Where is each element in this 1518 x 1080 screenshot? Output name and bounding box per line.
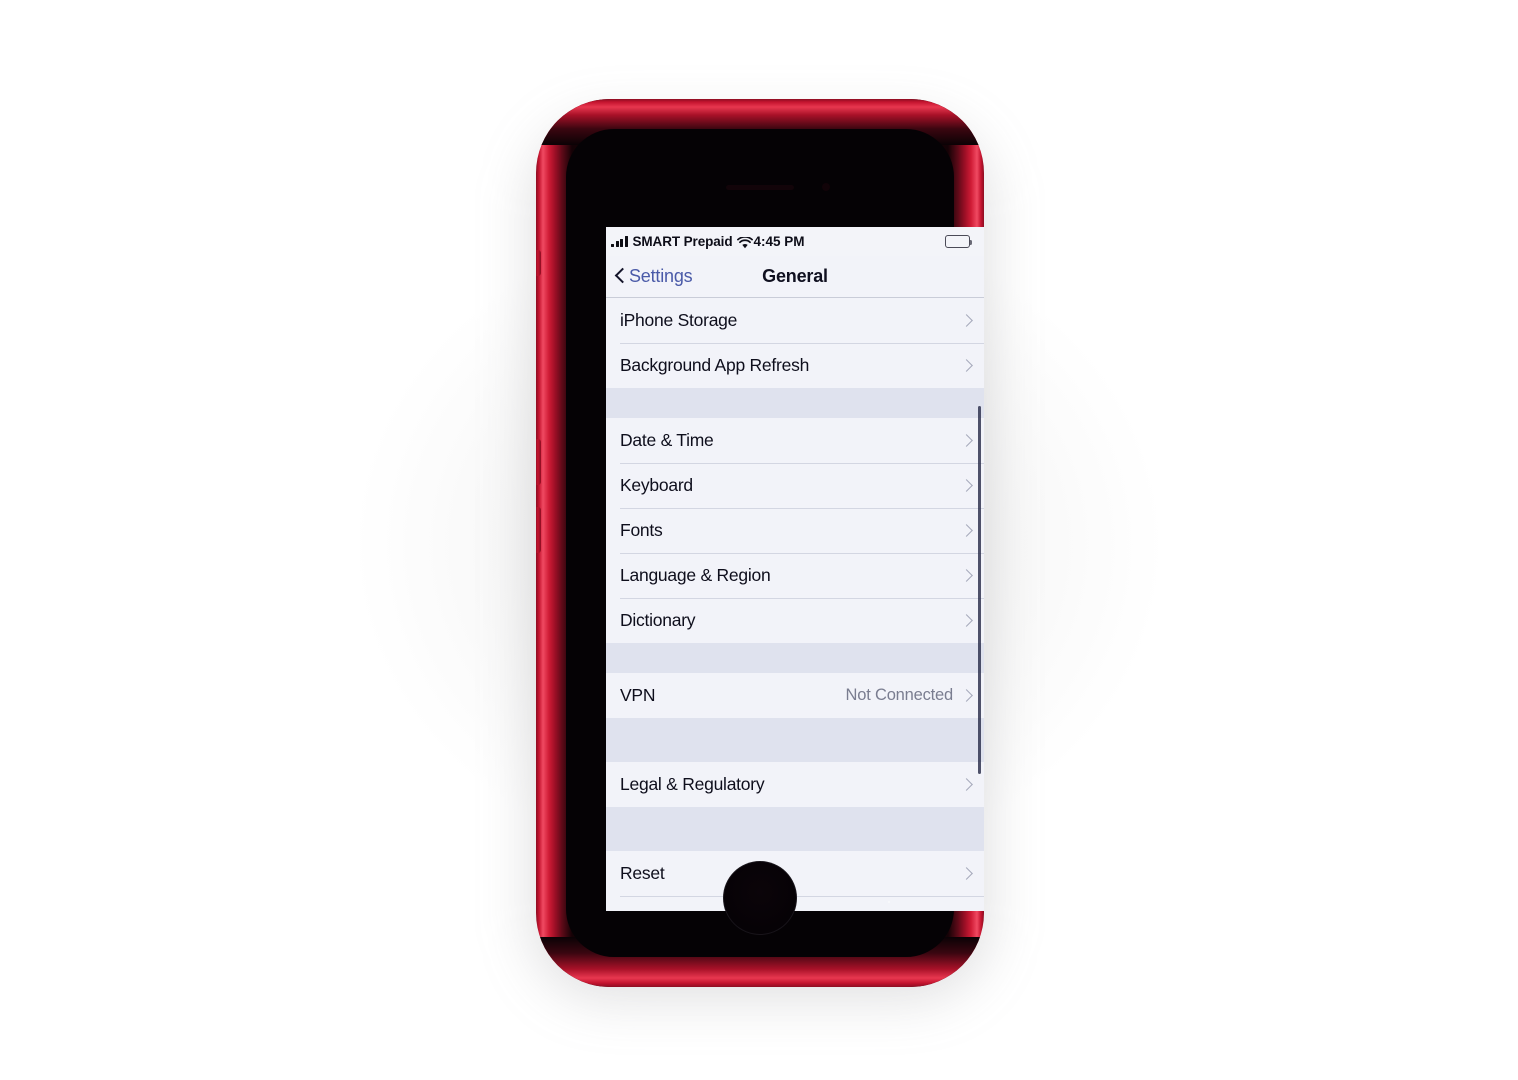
chevron-right-icon	[962, 524, 970, 538]
list-item-accessory: Not Connected	[846, 686, 970, 705]
list-item-accessory	[962, 524, 970, 538]
chevron-right-icon	[962, 434, 970, 448]
back-button-label: Settings	[629, 266, 693, 286]
chevron-right-icon	[962, 479, 970, 493]
list-item-label: Dictionary	[620, 610, 696, 630]
list-item-dictionary[interactable]: Dictionary	[606, 598, 984, 643]
list-item-accessory	[962, 867, 970, 881]
list-item-accessory	[962, 314, 970, 328]
list-item-accessory	[962, 359, 970, 373]
list-item-accessory	[962, 614, 970, 628]
volume-down-button[interactable]	[536, 507, 541, 553]
list-item-value: Not Connected	[845, 686, 954, 704]
mute-switch-button[interactable]	[536, 250, 541, 276]
group-separator	[606, 718, 984, 762]
group-separator	[606, 807, 984, 851]
home-button[interactable]	[723, 861, 797, 935]
group-separator	[606, 388, 984, 418]
phone-screen: SMART Prepaid 4:45 PM Settings General i…	[606, 227, 984, 911]
wifi-icon	[737, 235, 754, 248]
navigation-bar: Settings General	[606, 256, 984, 298]
list-item-label: iPhone Storage	[620, 310, 738, 330]
phone-bezel: SMART Prepaid 4:45 PM Settings General i…	[566, 129, 984, 957]
iphone-device: SMART Prepaid 4:45 PM Settings General i…	[536, 99, 984, 987]
chevron-right-icon	[962, 569, 970, 583]
group-separator	[606, 643, 984, 673]
chevron-right-icon	[962, 314, 970, 328]
earpiece-speaker-icon	[726, 185, 794, 190]
list-item-label: Background App Refresh	[620, 355, 810, 375]
back-button[interactable]: Settings	[606, 266, 693, 287]
list-item-label: Keyboard	[620, 475, 693, 495]
list-item-label: Fonts	[620, 520, 663, 540]
list-item-vpn[interactable]: VPN Not Connected	[606, 673, 984, 718]
list-item-label: Legal & Regulatory	[620, 774, 765, 794]
list-item-date-time[interactable]: Date & Time	[606, 418, 984, 463]
list-item-accessory	[962, 569, 970, 583]
carrier-label: SMART Prepaid	[632, 234, 733, 249]
chevron-left-icon	[615, 267, 626, 286]
scrollbar-indicator[interactable]	[978, 406, 981, 774]
list-item-label: Reset	[620, 863, 665, 883]
status-bar-left: SMART Prepaid	[611, 234, 754, 249]
battery-icon	[945, 235, 973, 248]
status-bar-right	[945, 235, 973, 248]
bezel-speck	[888, 901, 890, 903]
page-root: SMART Prepaid 4:45 PM Settings General i…	[0, 0, 1518, 1080]
clock-label: 4:45 PM	[753, 234, 805, 249]
list-item-legal-regulatory[interactable]: Legal & Regulatory	[606, 762, 984, 807]
list-item-label: Shut Down	[620, 908, 704, 911]
list-item-label: Language & Region	[620, 565, 771, 585]
list-item-accessory	[962, 778, 970, 792]
list-item-label: Date & Time	[620, 430, 714, 450]
chevron-right-icon	[962, 867, 970, 881]
settings-group-3: VPN Not Connected	[606, 673, 984, 718]
settings-group-2: Date & Time Keyboard Fonts Language & Re…	[606, 418, 984, 643]
list-item-keyboard[interactable]: Keyboard	[606, 463, 984, 508]
list-item-background-app-refresh[interactable]: Background App Refresh	[606, 343, 984, 388]
list-item-fonts[interactable]: Fonts	[606, 508, 984, 553]
settings-group-1: iPhone Storage Background App Refresh	[606, 298, 984, 388]
status-bar: SMART Prepaid 4:45 PM	[606, 227, 984, 256]
chevron-right-icon	[962, 689, 970, 703]
list-item-accessory	[962, 479, 970, 493]
list-item-language-region[interactable]: Language & Region	[606, 553, 984, 598]
chevron-right-icon	[962, 614, 970, 628]
volume-up-button[interactable]	[536, 439, 541, 485]
list-item-iphone-storage[interactable]: iPhone Storage	[606, 298, 984, 343]
settings-group-4: Legal & Regulatory	[606, 762, 984, 807]
list-item-accessory	[962, 434, 970, 448]
list-item-label: VPN	[620, 685, 656, 705]
front-camera-icon	[822, 183, 830, 191]
settings-list[interactable]: iPhone Storage Background App Refresh Da…	[606, 298, 984, 911]
chevron-right-icon	[962, 359, 970, 373]
chevron-right-icon	[962, 778, 970, 792]
signal-bars-icon	[611, 236, 628, 247]
